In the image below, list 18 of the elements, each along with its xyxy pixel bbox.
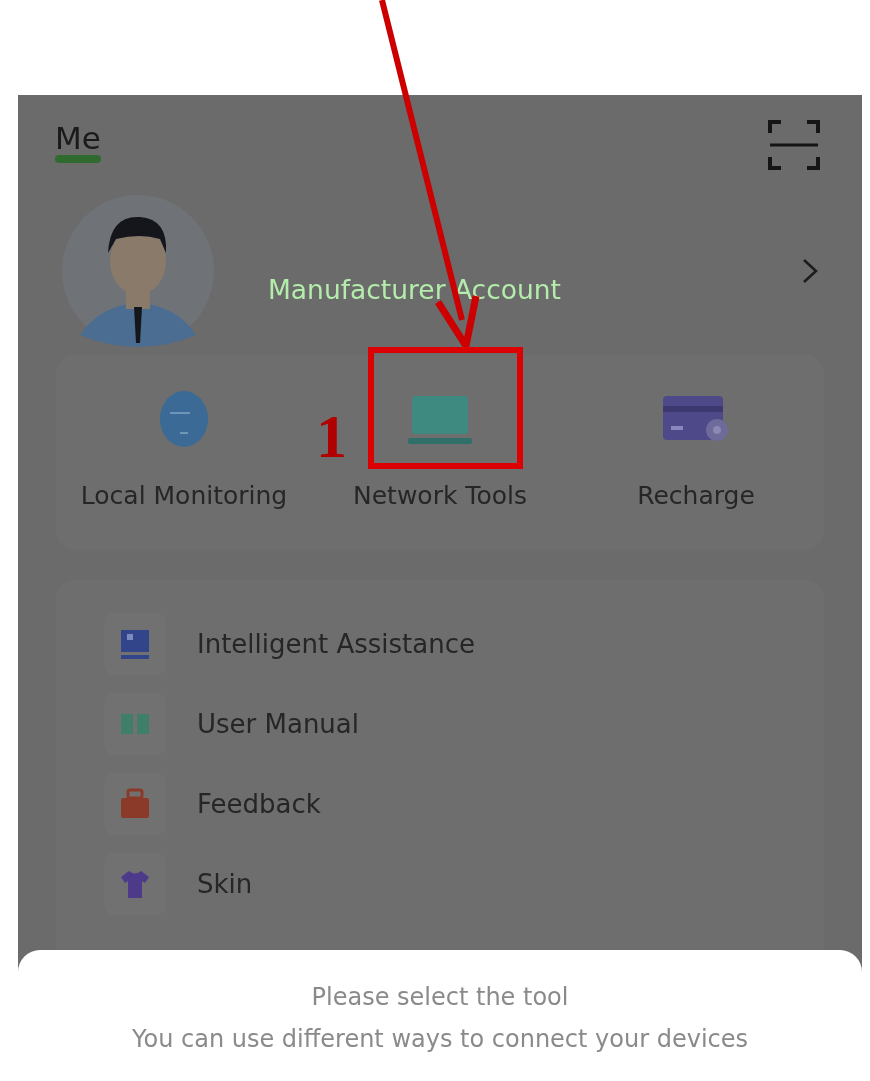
menu-item[interactable]: User Manual: [104, 693, 824, 755]
scan-icon[interactable]: [767, 119, 821, 171]
page-title: Me: [55, 121, 101, 155]
shirt-icon: [119, 868, 151, 900]
sheet-subtitle: You can use different ways to connect your devices: [132, 1024, 748, 1054]
tool-label[interactable]: Recharge: [637, 477, 755, 515]
book-icon: [119, 628, 151, 660]
tool-label[interactable]: Local Monitoring: [80, 477, 288, 515]
toolbox-icon: [119, 788, 151, 820]
menu-item[interactable]: Skin: [104, 853, 824, 915]
title-underline: [55, 155, 101, 163]
account-name[interactable]: Manufacturer Account: [268, 270, 802, 310]
tool-label[interactable]: Network Tools: [353, 477, 527, 515]
sheet-title: Please select the tool: [311, 982, 569, 1012]
step-number: 1: [316, 401, 347, 472]
chevron-right-icon[interactable]: [802, 258, 818, 284]
menu-item[interactable]: Intelligent Assistance: [104, 613, 824, 675]
menu-item[interactable]: Feedback: [104, 773, 824, 835]
